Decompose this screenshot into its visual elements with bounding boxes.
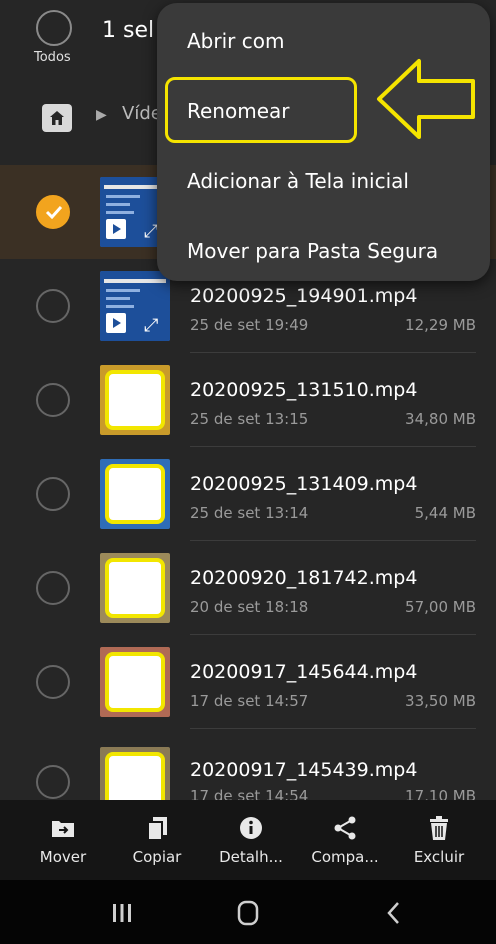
list-item[interactable]: 20200917_145644.mp4 17 de set 14:57 33,5…	[0, 635, 496, 729]
info-icon	[240, 817, 262, 839]
move-button[interactable]: Mover	[18, 814, 108, 866]
play-icon	[106, 219, 126, 239]
list-item[interactable]: 20200920_181742.mp4 20 de set 18:18 57,0…	[0, 541, 496, 635]
recent-apps-icon[interactable]	[102, 898, 142, 928]
file-name: 20200920_181742.mp4	[190, 567, 418, 589]
move-icon	[52, 821, 74, 837]
copy-label: Copiar	[132, 848, 182, 866]
play-icon	[106, 313, 126, 333]
file-size: 57,00 MB	[405, 598, 476, 616]
file-name: 20200925_131510.mp4	[190, 379, 418, 401]
file-date: 17 de set 14:57	[190, 692, 309, 710]
select-all-checkbox[interactable]	[36, 10, 72, 46]
copy-button[interactable]: Copiar	[112, 814, 202, 866]
home-icon[interactable]	[42, 104, 72, 132]
share-button[interactable]: Compa...	[300, 814, 390, 866]
highlight-box	[165, 77, 357, 143]
row-checkbox[interactable]	[36, 383, 70, 417]
share-label: Compa...	[311, 848, 379, 866]
video-thumbnail	[100, 647, 170, 717]
delete-label: Excluir	[413, 848, 465, 866]
menu-item-add-to-home[interactable]: Adicionar à Tela inicial	[187, 169, 409, 193]
select-all-label: Todos	[34, 50, 71, 65]
row-checkbox[interactable]	[36, 571, 70, 605]
share-icon	[334, 816, 356, 840]
file-date: 25 de set 13:14	[190, 504, 309, 522]
home-nav-icon[interactable]	[228, 898, 268, 928]
list-item[interactable]: 20200925_131510.mp4 25 de set 13:15 34,8…	[0, 353, 496, 447]
system-nav-bar	[0, 880, 496, 944]
menu-item-move-to-secure-folder[interactable]: Mover para Pasta Segura	[187, 239, 438, 263]
context-menu: Abrir com Renomear Adicionar à Tela inic…	[157, 3, 490, 281]
row-checkbox[interactable]	[36, 477, 70, 511]
list-item[interactable]: 20200925_131409.mp4 25 de set 13:14 5,44…	[0, 447, 496, 541]
file-name: 20200925_131409.mp4	[190, 473, 418, 495]
file-size: 34,80 MB	[405, 410, 476, 428]
row-checkbox[interactable]	[36, 765, 70, 799]
trash-icon	[430, 816, 448, 840]
file-size: 12,29 MB	[405, 316, 476, 334]
back-icon[interactable]	[374, 898, 414, 928]
video-thumbnail	[100, 365, 170, 435]
file-date: 25 de set 19:49	[190, 316, 309, 334]
file-name: 20200925_194901.mp4	[190, 285, 418, 307]
video-thumbnail	[100, 553, 170, 623]
details-label: Detalh...	[219, 848, 283, 866]
action-bar: Mover Copiar Detalh... Compa... Excluir	[0, 800, 496, 880]
copy-icon	[147, 817, 167, 841]
file-size: 5,44 MB	[414, 504, 476, 522]
row-checkbox[interactable]	[36, 665, 70, 699]
video-thumbnail	[100, 459, 170, 529]
file-date: 20 de set 18:18	[190, 598, 309, 616]
expand-icon: ⤢	[144, 315, 159, 336]
delete-button[interactable]: Excluir	[394, 814, 484, 866]
menu-item-open-with[interactable]: Abrir com	[187, 29, 284, 53]
file-name: 20200917_145439.mp4	[190, 759, 418, 781]
file-date: 25 de set 13:15	[190, 410, 309, 428]
row-checkbox[interactable]	[36, 195, 70, 229]
details-button[interactable]: Detalh...	[206, 814, 296, 866]
video-thumbnail: ⤢	[100, 271, 170, 341]
file-size: 33,50 MB	[405, 692, 476, 710]
arrow-icon	[377, 59, 475, 139]
selection-count: 1 sel	[102, 18, 155, 43]
row-checkbox[interactable]	[36, 289, 70, 323]
move-label: Mover	[39, 848, 87, 866]
breadcrumb[interactable]: Víde	[122, 103, 162, 124]
file-name: 20200917_145644.mp4	[190, 661, 418, 683]
breadcrumb-arrow-icon: ▶	[96, 107, 107, 123]
